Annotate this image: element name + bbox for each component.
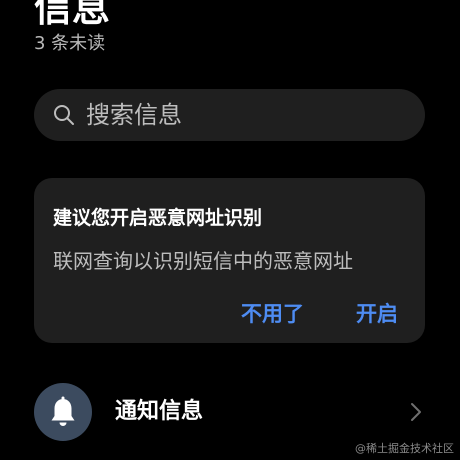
page-title: 信息 <box>34 0 111 30</box>
card-title: 建议您开启恶意网址识别 <box>53 207 263 229</box>
notifications-label: 通知信息 <box>115 399 204 424</box>
search-icon <box>54 105 74 125</box>
search-bar[interactable] <box>34 89 425 141</box>
search-input[interactable] <box>86 89 406 141</box>
avatar <box>34 383 92 441</box>
chevron-right-icon <box>411 403 421 421</box>
enable-button[interactable]: 开启 <box>356 299 398 329</box>
unread-count: 3 条未读 <box>34 33 106 54</box>
malicious-url-card: 建议您开启恶意网址识别 联网查询以识别短信中的恶意网址 不用了 开启 <box>34 178 425 343</box>
dismiss-button[interactable]: 不用了 <box>241 299 304 329</box>
bell-icon <box>51 396 75 426</box>
watermark: @稀土掘金技术社区 <box>355 442 454 455</box>
card-description: 联网查询以识别短信中的恶意网址 <box>53 249 353 273</box>
